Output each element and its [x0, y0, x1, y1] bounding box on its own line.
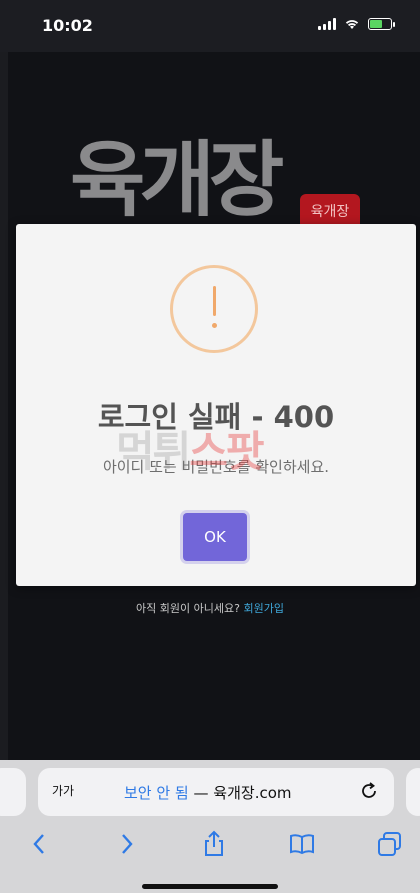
- signup-prompt-text: 아직 회원이 아니세요?: [136, 602, 240, 615]
- page-edge: [0, 52, 8, 760]
- share-icon[interactable]: [200, 830, 228, 858]
- signup-prompt: 아직 회원이 아니세요? 회원가입: [0, 600, 420, 616]
- wifi-icon: [345, 20, 359, 29]
- previous-tab-preview[interactable]: [0, 768, 26, 816]
- signup-link[interactable]: 회원가입: [243, 602, 283, 615]
- tabs-icon[interactable]: [376, 830, 404, 858]
- status-time: 10:02: [42, 16, 93, 35]
- watermark-red-text: 스팟: [189, 427, 264, 476]
- home-indicator: [142, 884, 278, 889]
- next-tab-preview[interactable]: [406, 768, 420, 816]
- watermark-grey-text: 먹튀: [116, 427, 191, 476]
- status-bar: 10:02: [0, 0, 420, 52]
- back-icon[interactable]: [26, 830, 54, 858]
- url-separator: —: [188, 784, 214, 802]
- status-icons: [318, 18, 395, 30]
- reload-icon[interactable]: [358, 780, 380, 802]
- battery-icon: [368, 18, 395, 30]
- cellular-signal-icon: [318, 18, 336, 30]
- security-warning: 보안 안 됨: [124, 784, 189, 802]
- watermark: 먹튀스팟: [116, 418, 265, 479]
- browser-bottom-bar: 가가 보안 안 됨 — 육개장.com: [0, 760, 420, 893]
- forward-icon[interactable]: [112, 830, 140, 858]
- address-bar[interactable]: 가가 보안 안 됨 — 육개장.com: [38, 768, 394, 816]
- logo-text: 육개장: [70, 132, 284, 228]
- bookmarks-icon[interactable]: [288, 830, 316, 858]
- browser-toolbar: [0, 824, 420, 864]
- url-domain: 육개장.com: [213, 784, 292, 802]
- warning-icon: [170, 265, 258, 353]
- error-dialog: 로그인 실패 - 400 아이디 또는 비밀번호를 확인하세요. OK 먹튀스팟: [16, 224, 416, 586]
- site-logo: 육개장 육개장: [70, 130, 360, 230]
- text-size-button[interactable]: 가가: [52, 782, 74, 799]
- ok-button[interactable]: OK: [183, 513, 247, 561]
- url-text[interactable]: 보안 안 됨 — 육개장.com: [124, 782, 292, 803]
